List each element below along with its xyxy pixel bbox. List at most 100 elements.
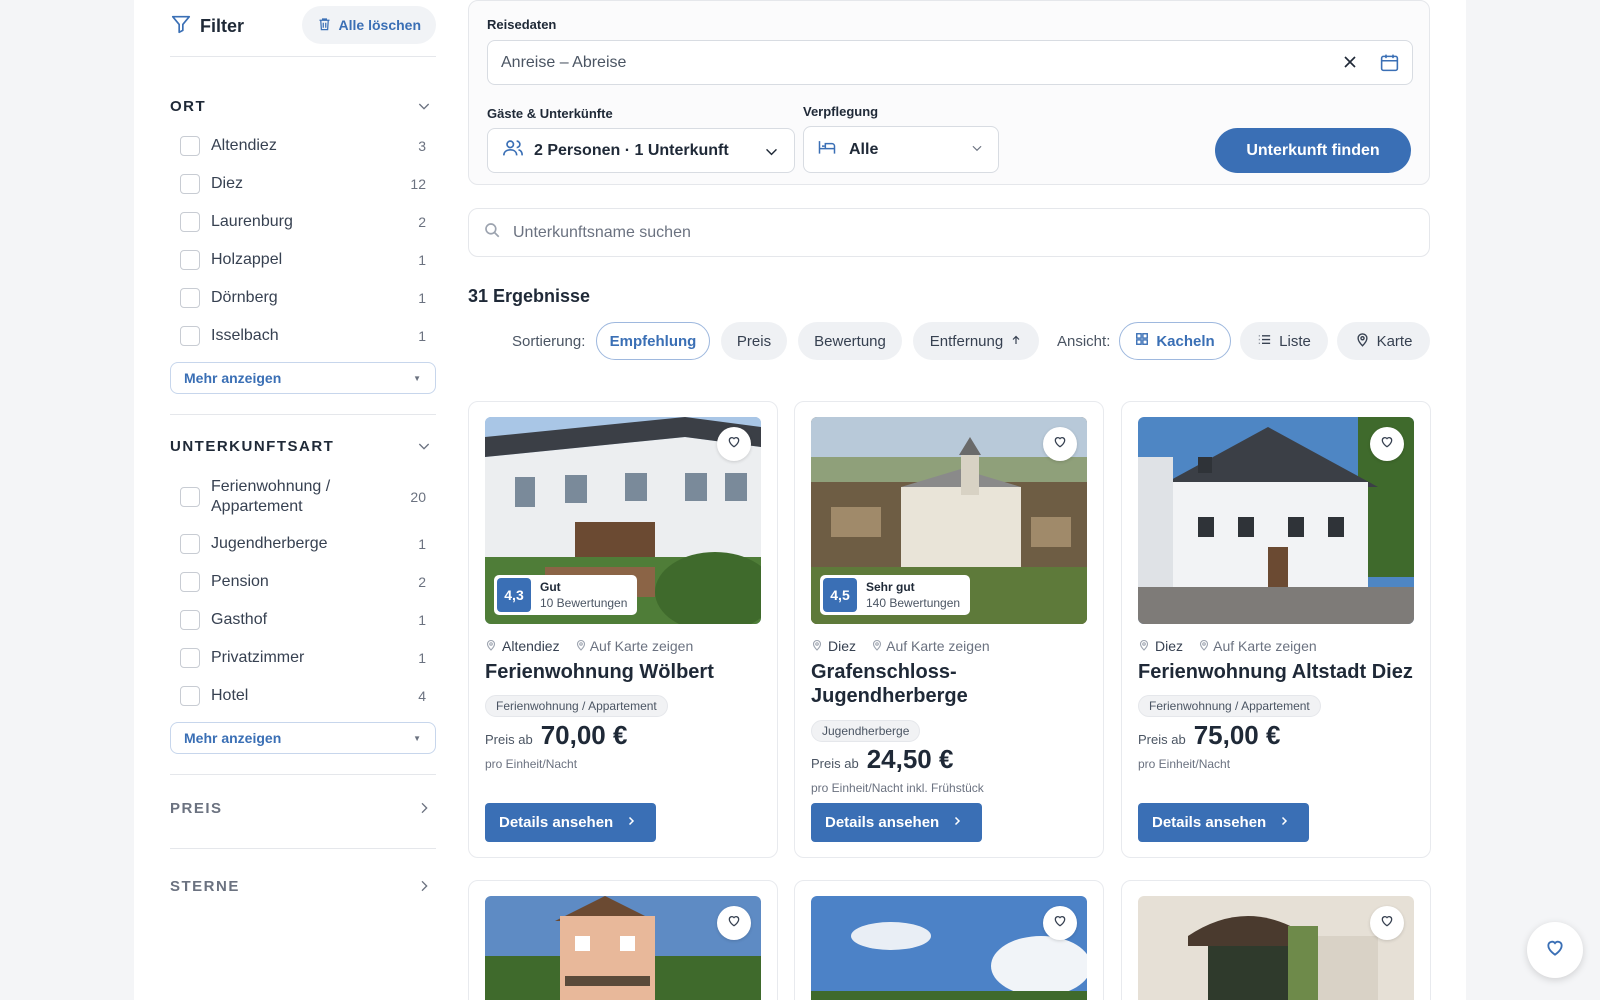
details-button[interactable]: Details ansehen <box>811 803 982 842</box>
name-search-input[interactable]: Unterkunftsname suchen <box>468 208 1430 257</box>
view-kacheln[interactable]: Kacheln <box>1119 322 1231 360</box>
results-count: 31 Ergebnisse <box>468 286 591 306</box>
details-button[interactable]: Details ansehen <box>1138 803 1309 842</box>
type-tag: Jugendherberge <box>811 720 921 742</box>
chevron-down-icon <box>416 438 432 458</box>
filter-option-doernberg[interactable]: Dörnberg 1 <box>180 288 426 308</box>
filter-option-laurenburg[interactable]: Laurenburg 2 <box>180 212 426 232</box>
view-karte[interactable]: Karte <box>1337 322 1430 360</box>
details-button[interactable]: Details ansehen <box>485 803 656 842</box>
show-on-map-link[interactable]: Auf Karte zeigen <box>871 638 990 654</box>
checkbox[interactable] <box>180 648 200 668</box>
sort-bewertung[interactable]: Bewertung <box>798 322 902 360</box>
guests-select[interactable]: 2 Personen · 1 Unterkunft <box>487 128 795 173</box>
sort-empfehlung[interactable]: Empfehlung <box>596 322 710 360</box>
close-icon[interactable] <box>1340 52 1360 77</box>
divider <box>170 414 436 415</box>
favorite-button[interactable] <box>1370 427 1404 461</box>
accommodation-photo <box>485 896 761 1000</box>
price-row: Preis ab 24,50 € <box>811 744 954 774</box>
calendar-icon[interactable] <box>1379 52 1400 78</box>
meals-select[interactable]: Alle <box>803 126 999 173</box>
checkbox[interactable] <box>180 174 200 194</box>
arrow-up-icon <box>1010 333 1022 350</box>
sort-preis[interactable]: Preis <box>721 322 787 360</box>
find-accommodation-button[interactable]: Unterkunft finden <box>1215 128 1411 173</box>
type-tag: Ferienwohnung / Appartement <box>485 695 668 717</box>
show-more-art-button[interactable]: Mehr anzeigen ▼ <box>170 722 436 754</box>
favorite-button[interactable] <box>1043 906 1077 940</box>
accommodation-card[interactable] <box>794 880 1104 1000</box>
view-liste[interactable]: Liste <box>1240 322 1328 360</box>
filter-option-holzappel[interactable]: Holzappel 1 <box>180 250 426 270</box>
checkbox[interactable] <box>180 212 200 232</box>
accommodation-card[interactable] <box>468 880 778 1000</box>
checkbox[interactable] <box>180 572 200 592</box>
funnel-icon <box>170 13 192 40</box>
accommodation-photo <box>1138 417 1414 624</box>
filter-option-privatzimmer[interactable]: Privatzimmer 1 <box>180 648 426 668</box>
show-more-ort-button[interactable]: Mehr anzeigen ▼ <box>170 362 436 394</box>
filter-option-diez[interactable]: Diez 12 <box>180 174 426 194</box>
filter-option-isselbach[interactable]: Isselbach 1 <box>180 326 426 346</box>
checkbox[interactable] <box>180 610 200 630</box>
checkbox[interactable] <box>180 250 200 270</box>
favorite-button[interactable] <box>1043 427 1077 461</box>
filter-option-jugendherberge[interactable]: Jugendherberge 1 <box>180 534 426 554</box>
heart-icon <box>727 435 741 454</box>
price-row: Preis ab 70,00 € <box>485 720 628 750</box>
heart-icon <box>1053 914 1067 933</box>
favorite-button[interactable] <box>1370 906 1404 940</box>
accommodation-photo <box>1138 896 1414 1000</box>
accommodation-card[interactable]: 4,5 Sehr gut 140 Bewertungen Diez Auf Kar… <box>794 401 1104 858</box>
accommodation-title[interactable]: Grafenschloss-Jugendherberge <box>811 660 1001 708</box>
accommodation-card[interactable]: 4,3 Gut 10 Bewertungen Altendiez Auf Kart… <box>468 401 778 858</box>
divider <box>170 774 436 775</box>
checkbox[interactable] <box>180 534 200 554</box>
checkbox[interactable] <box>180 288 200 308</box>
date-range-input[interactable]: Anreise – Abreise <box>487 40 1413 85</box>
accommodation-photo: 4,3 Gut 10 Bewertungen <box>485 417 761 624</box>
bed-icon <box>817 137 837 162</box>
filter-option-gasthof[interactable]: Gasthof 1 <box>180 610 426 630</box>
heart-icon <box>1545 938 1565 963</box>
map-pin-icon <box>811 638 823 654</box>
show-on-map-link[interactable]: Auf Karte zeigen <box>1198 638 1317 654</box>
divider <box>170 848 436 849</box>
divider <box>170 56 436 57</box>
accommodation-card[interactable] <box>1121 880 1431 1000</box>
section-sterne-toggle[interactable]: STERNE <box>170 878 436 895</box>
accommodation-title[interactable]: Ferienwohnung Altstadt Diez <box>1138 660 1418 684</box>
section-ort-toggle[interactable]: ORT <box>170 98 436 115</box>
accommodation-photo <box>811 896 1087 1000</box>
location-row: Diez Auf Karte zeigen <box>1138 638 1317 654</box>
checkbox[interactable] <box>180 487 200 507</box>
favorite-button[interactable] <box>717 906 751 940</box>
caret-down-icon: ▼ <box>413 373 421 383</box>
dates-label: Reisedaten <box>487 17 557 32</box>
checkbox[interactable] <box>180 326 200 346</box>
price-unit: pro Einheit/Nacht <box>485 757 578 771</box>
filter-option-pension[interactable]: Pension 2 <box>180 572 426 592</box>
clear-all-button[interactable]: Alle löschen <box>301 6 436 44</box>
filter-header: Filter Alle löschen <box>170 6 436 46</box>
sort-entfernung[interactable]: Entfernung <box>913 322 1039 360</box>
chevron-right-icon <box>625 814 637 831</box>
meals-label: Verpflegung <box>803 104 879 119</box>
show-on-map-link[interactable]: Auf Karte zeigen <box>575 638 693 654</box>
accommodation-card[interactable]: Diez Auf Karte zeigen Ferienwohnung Alts… <box>1121 401 1431 858</box>
favorites-fab[interactable] <box>1527 922 1583 978</box>
map-pin-icon <box>485 638 497 654</box>
filter-title: Filter <box>170 13 244 40</box>
favorite-button[interactable] <box>717 427 751 461</box>
checkbox[interactable] <box>180 136 200 156</box>
price-unit: pro Einheit/Nacht inkl. Frühstück <box>811 781 984 795</box>
filter-option-ferienwohnung[interactable]: Ferienwohnung / Appartement 20 <box>180 477 426 517</box>
filter-option-hotel[interactable]: Hotel 4 <box>180 686 426 706</box>
filter-option-altendiez[interactable]: Altendiez 3 <box>180 136 426 156</box>
section-art-toggle[interactable]: UNTERKUNFTSART <box>170 438 436 455</box>
section-preis-toggle[interactable]: PREIS <box>170 800 436 817</box>
map-pin-icon <box>1138 638 1150 654</box>
accommodation-title[interactable]: Ferienwohnung Wölbert <box>485 660 765 684</box>
checkbox[interactable] <box>180 686 200 706</box>
